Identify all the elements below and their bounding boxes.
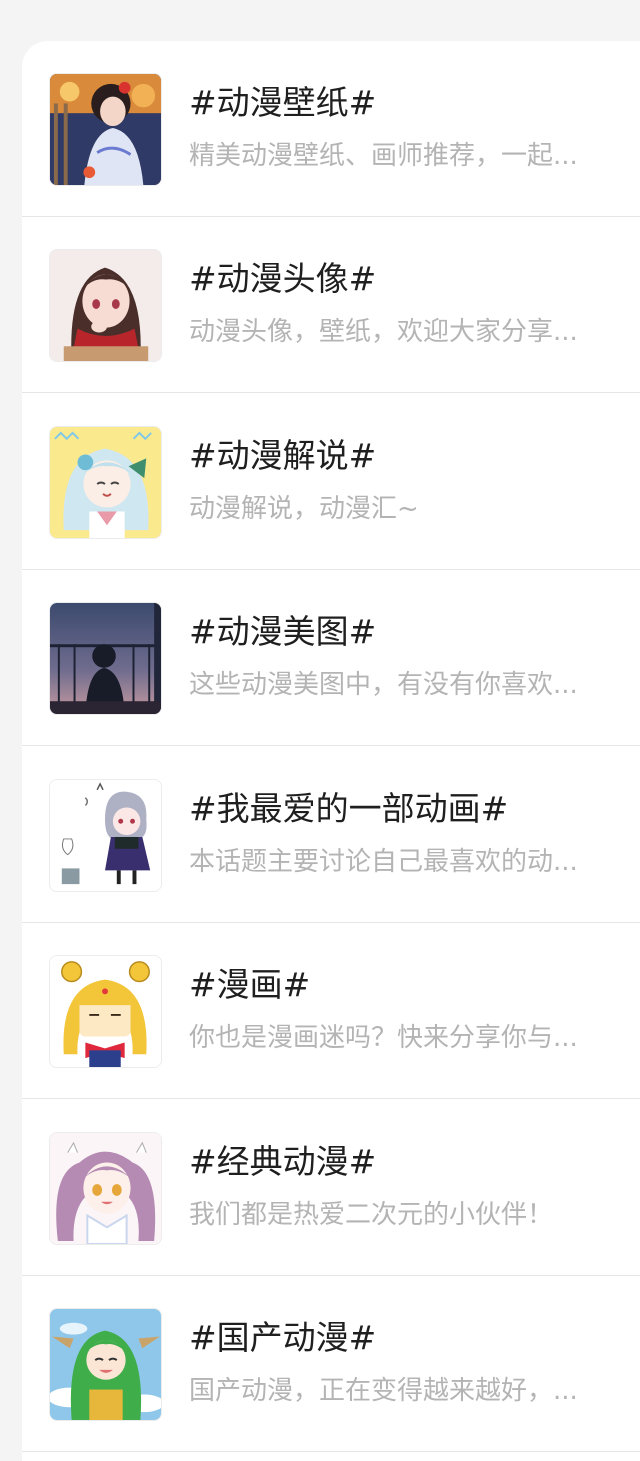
- topic-title: #动漫美图#: [189, 612, 377, 651]
- topic-row[interactable]: #动漫解说# 动漫解说，动漫汇~: [22, 394, 640, 570]
- chibi-green-hair-sky-thumbnail: [49, 1308, 162, 1421]
- topic-row[interactable]: #经典动漫# 我们都是热爱二次元的小伙伴！: [22, 1100, 640, 1276]
- topic-description: 这些动漫美图中，有没有你喜欢...: [189, 670, 578, 700]
- topic-description: 本话题主要讨论自己最喜欢的动...: [189, 847, 578, 877]
- topic-row[interactable]: #动漫头像# 动漫头像，壁纸，欢迎大家分享...: [22, 217, 640, 393]
- topic-title: #动漫壁纸#: [189, 83, 377, 122]
- topic-title: #国产动漫#: [189, 1318, 377, 1357]
- topic-title: #漫画#: [189, 965, 311, 1004]
- anime-girl-red-scarf-thumbnail: [49, 249, 162, 362]
- topic-description: 动漫头像，壁纸，欢迎大家分享...: [189, 317, 578, 347]
- topic-list-card: #动漫壁纸# 精美动漫壁纸、画师推荐，一起... #动漫头像# 动漫头像，壁纸，…: [22, 41, 640, 1461]
- topic-title: #我最爱的一部动画#: [189, 789, 509, 828]
- topic-description: 国产动漫，正在变得越来越好，...: [189, 1376, 578, 1406]
- chibi-grey-hair-girl-thumbnail: [49, 779, 162, 892]
- sailor-moon-chibi-thumbnail: [49, 955, 162, 1068]
- topic-description: 动漫解说，动漫汇~: [189, 494, 419, 524]
- topic-row[interactable]: #我最爱的一部动画# 本话题主要讨论自己最喜欢的动...: [22, 747, 640, 923]
- topic-title: #动漫解说#: [189, 436, 377, 475]
- silhouette-balcony-dusk-thumbnail: [49, 602, 162, 715]
- topic-description: 你也是漫画迷吗？快来分享你与...: [189, 1023, 578, 1053]
- chibi-light-blue-hair-thumbnail: [49, 426, 162, 539]
- topic-row[interactable]: #动漫美图# 这些动漫美图中，有没有你喜欢...: [22, 570, 640, 746]
- topic-row[interactable]: #漫画# 你也是漫画迷吗？快来分享你与...: [22, 923, 640, 1099]
- topic-description: 精美动漫壁纸、画师推荐，一起...: [189, 141, 578, 171]
- topic-row[interactable]: #动漫壁纸# 精美动漫壁纸、画师推荐，一起...: [22, 41, 640, 217]
- topic-title: #经典动漫#: [189, 1142, 377, 1181]
- topic-row[interactable]: #国产动漫# 国产动漫，正在变得越来越好，...: [22, 1276, 640, 1452]
- topic-title: #动漫头像#: [189, 259, 377, 298]
- anime-girl-night-festival-thumbnail: [49, 73, 162, 186]
- anime-girl-purple-twintails-thumbnail: [49, 1132, 162, 1245]
- topic-description: 我们都是热爱二次元的小伙伴！: [189, 1200, 554, 1230]
